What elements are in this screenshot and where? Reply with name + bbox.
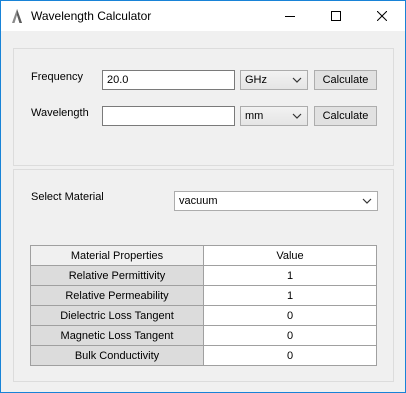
- table-header-value: Value: [203, 245, 377, 266]
- frequency-input[interactable]: [102, 70, 235, 90]
- chevron-down-icon: [292, 77, 302, 83]
- calculate-frequency-button[interactable]: Calculate: [314, 70, 377, 90]
- maximize-icon: [331, 11, 341, 21]
- close-icon: [377, 11, 387, 21]
- value-cell[interactable]: 1: [203, 265, 377, 286]
- row-header: Dielectric Loss Tangent: [30, 305, 204, 326]
- title-bar[interactable]: Wavelength Calculator: [1, 1, 405, 31]
- value-cell[interactable]: 1: [203, 285, 377, 306]
- table-row: Relative Permittivity 1: [30, 265, 377, 286]
- table-row: Relative Permeability 1: [30, 285, 377, 306]
- table-row: Magnetic Loss Tangent 0: [30, 325, 377, 346]
- frequency-label: Frequency: [31, 71, 83, 83]
- value-cell[interactable]: 0: [203, 345, 377, 366]
- wavelength-label: Wavelength: [31, 107, 89, 119]
- frequency-unit-select[interactable]: GHz: [240, 70, 308, 90]
- chevron-down-icon: [362, 198, 372, 204]
- row-header: Relative Permeability: [30, 285, 204, 306]
- table-row: Bulk Conductivity 0: [30, 345, 377, 366]
- maximize-button[interactable]: [313, 1, 359, 31]
- app-icon: [12, 9, 22, 23]
- value-cell[interactable]: 0: [203, 325, 377, 346]
- material-select-value: vacuum: [179, 195, 218, 207]
- row-header: Magnetic Loss Tangent: [30, 325, 204, 346]
- app-window: Wavelength Calculator Frequency GHz Calc…: [0, 0, 406, 393]
- material-properties-table: Material Properties Value Relative Permi…: [30, 245, 377, 366]
- minimize-button[interactable]: [267, 1, 313, 31]
- close-button[interactable]: [359, 1, 405, 31]
- wavelength-input[interactable]: [102, 106, 235, 126]
- row-header: Relative Permittivity: [30, 265, 204, 286]
- wavelength-unit-value: mm: [245, 110, 264, 122]
- material-select[interactable]: vacuum: [174, 191, 378, 211]
- row-header: Bulk Conductivity: [30, 345, 204, 366]
- chevron-down-icon: [292, 113, 302, 119]
- frequency-unit-value: GHz: [245, 74, 267, 86]
- window-title: Wavelength Calculator: [31, 9, 152, 23]
- calculate-wavelength-button[interactable]: Calculate: [314, 106, 377, 126]
- wavelength-unit-select[interactable]: mm: [240, 106, 308, 126]
- select-material-label: Select Material: [31, 191, 104, 203]
- table-row: Dielectric Loss Tangent 0: [30, 305, 377, 326]
- value-cell[interactable]: 0: [203, 305, 377, 326]
- table-header-property: Material Properties: [30, 245, 204, 266]
- table-header-row: Material Properties Value: [30, 245, 377, 266]
- minimize-icon: [285, 16, 295, 17]
